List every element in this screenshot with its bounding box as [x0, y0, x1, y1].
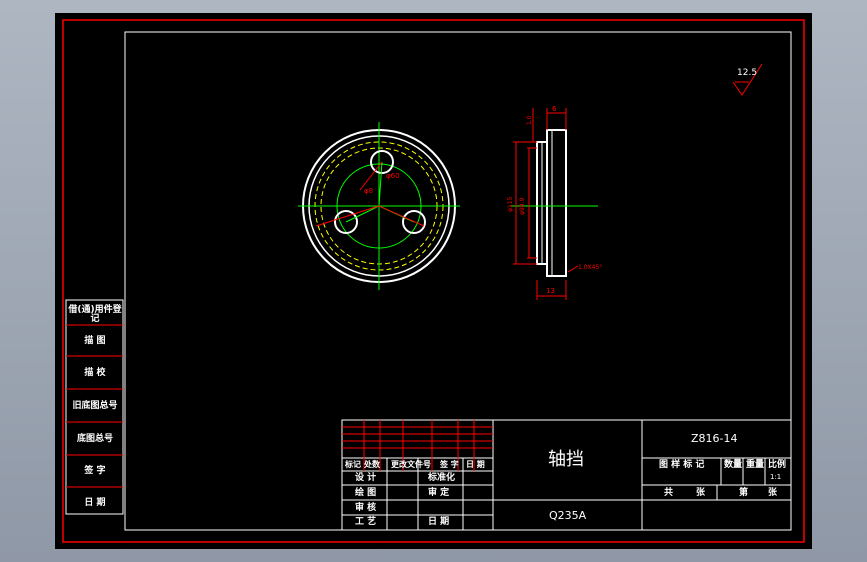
row-design: 设 计 — [355, 473, 377, 483]
sheet-number-label: 第 — [739, 488, 749, 498]
row-process: 工 艺 — [355, 517, 377, 527]
rev-header-doc: 更改文件号 — [391, 460, 431, 469]
drawing-number: Z816-14 — [691, 432, 738, 445]
row-approve: 审 定 — [428, 488, 450, 498]
side-label-sign: 签 字 — [84, 466, 106, 476]
side-label-old-number: 旧底图总号 — [72, 401, 118, 411]
rev-header-count: 处数 — [364, 460, 380, 469]
hole-dia-label: φ8 — [364, 187, 373, 195]
row-date: 日 期 — [428, 517, 450, 527]
sheet-number-unit: 张 — [768, 488, 778, 498]
sheet-total-label: 共 — [664, 488, 674, 498]
side-body — [546, 129, 567, 277]
part-name: 轴挡 — [548, 449, 584, 470]
scale-value: 1:1 — [770, 473, 782, 481]
side-label-trace: 描 图 — [84, 336, 106, 346]
dim-left-small: 1.0 — [526, 115, 533, 125]
hole-circle-label: φ60 — [386, 172, 400, 180]
dim-top-width: 6 — [552, 105, 557, 113]
dim-outer-diameter: φ115 — [507, 196, 514, 212]
header-scale: 比例 — [768, 460, 787, 470]
side-label-trace-check: 描 校 — [84, 368, 106, 378]
header-quantity: 数量 — [724, 460, 743, 470]
material: Q235A — [549, 509, 587, 522]
side-label-date: 日 期 — [84, 498, 106, 508]
dim-leader-right — [378, 205, 425, 227]
header-weight: 重量 — [746, 460, 765, 470]
side-label-borrowed: 借(通)用件登记 — [68, 305, 122, 324]
side-label-base-number: 底图总号 — [76, 434, 113, 444]
row-review: 审 核 — [355, 503, 377, 513]
rev-header-mark: 标记 — [345, 460, 361, 469]
dim-leader-left — [315, 205, 380, 227]
dim-bottom-height: 13 — [546, 287, 555, 295]
row-drafting: 绘 图 — [355, 488, 377, 498]
front-view: φ60 φ8 — [298, 122, 460, 290]
dim-inner-diameter: φ98.9 — [519, 198, 526, 216]
row-standard: 标准化 — [428, 473, 456, 483]
roughness-value: 12.5 — [737, 68, 758, 78]
rev-header-sign: 签 字 — [440, 460, 459, 469]
dim-chamfer: 1.0X45° — [578, 264, 602, 271]
header-drawing-mark: 图 样 标 记 — [659, 460, 705, 470]
rev-header-date: 日 期 — [466, 460, 485, 469]
sheet-total-unit: 张 — [696, 488, 706, 498]
side-view — [536, 129, 567, 277]
